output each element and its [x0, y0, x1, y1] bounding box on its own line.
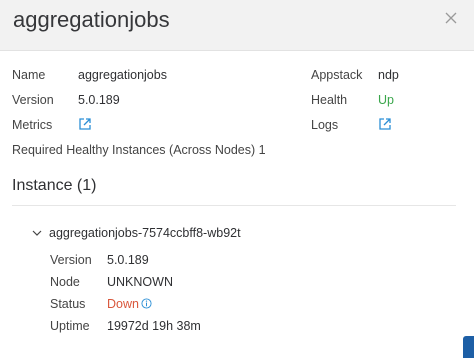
close-icon[interactable] [441, 8, 461, 28]
instance-node-label: Node [50, 275, 80, 289]
instance-status-value: Down [107, 297, 139, 311]
chevron-down-icon[interactable] [32, 229, 42, 237]
modal-header: aggregationjobs [0, 0, 474, 51]
logs-external-link-icon[interactable] [378, 117, 392, 131]
instance-uptime-label: Uptime [50, 319, 90, 333]
section-divider [12, 205, 456, 206]
health-label: Health [311, 93, 348, 107]
info-icon[interactable] [141, 298, 152, 309]
metrics-external-link-icon[interactable] [78, 117, 92, 131]
page-title: aggregationjobs [13, 7, 170, 32]
appstack-label: Appstack [311, 68, 363, 82]
instance-status-label: Status [50, 297, 86, 311]
appstack-value: ndp [378, 68, 399, 82]
name-value: aggregationjobs [78, 68, 167, 82]
version-value: 5.0.189 [78, 93, 120, 107]
instance-section-title: Instance (1) [12, 177, 97, 194]
instance-uptime-value: 19972d 19h 38m [107, 319, 201, 333]
name-label: Name [12, 68, 46, 82]
metrics-label: Metrics [12, 118, 53, 132]
required-healthy-instances: Required Healthy Instances (Across Nodes… [12, 143, 266, 157]
version-label: Version [12, 93, 54, 107]
logs-label: Logs [311, 118, 339, 132]
instance-version-label: Version [50, 253, 92, 267]
instance-name[interactable]: aggregationjobs-7574ccbff8-wb92t [49, 226, 241, 240]
corner-accent [463, 336, 474, 358]
instance-version-value: 5.0.189 [107, 253, 149, 267]
instance-node-value: UNKNOWN [107, 275, 173, 289]
health-value: Up [378, 93, 394, 107]
